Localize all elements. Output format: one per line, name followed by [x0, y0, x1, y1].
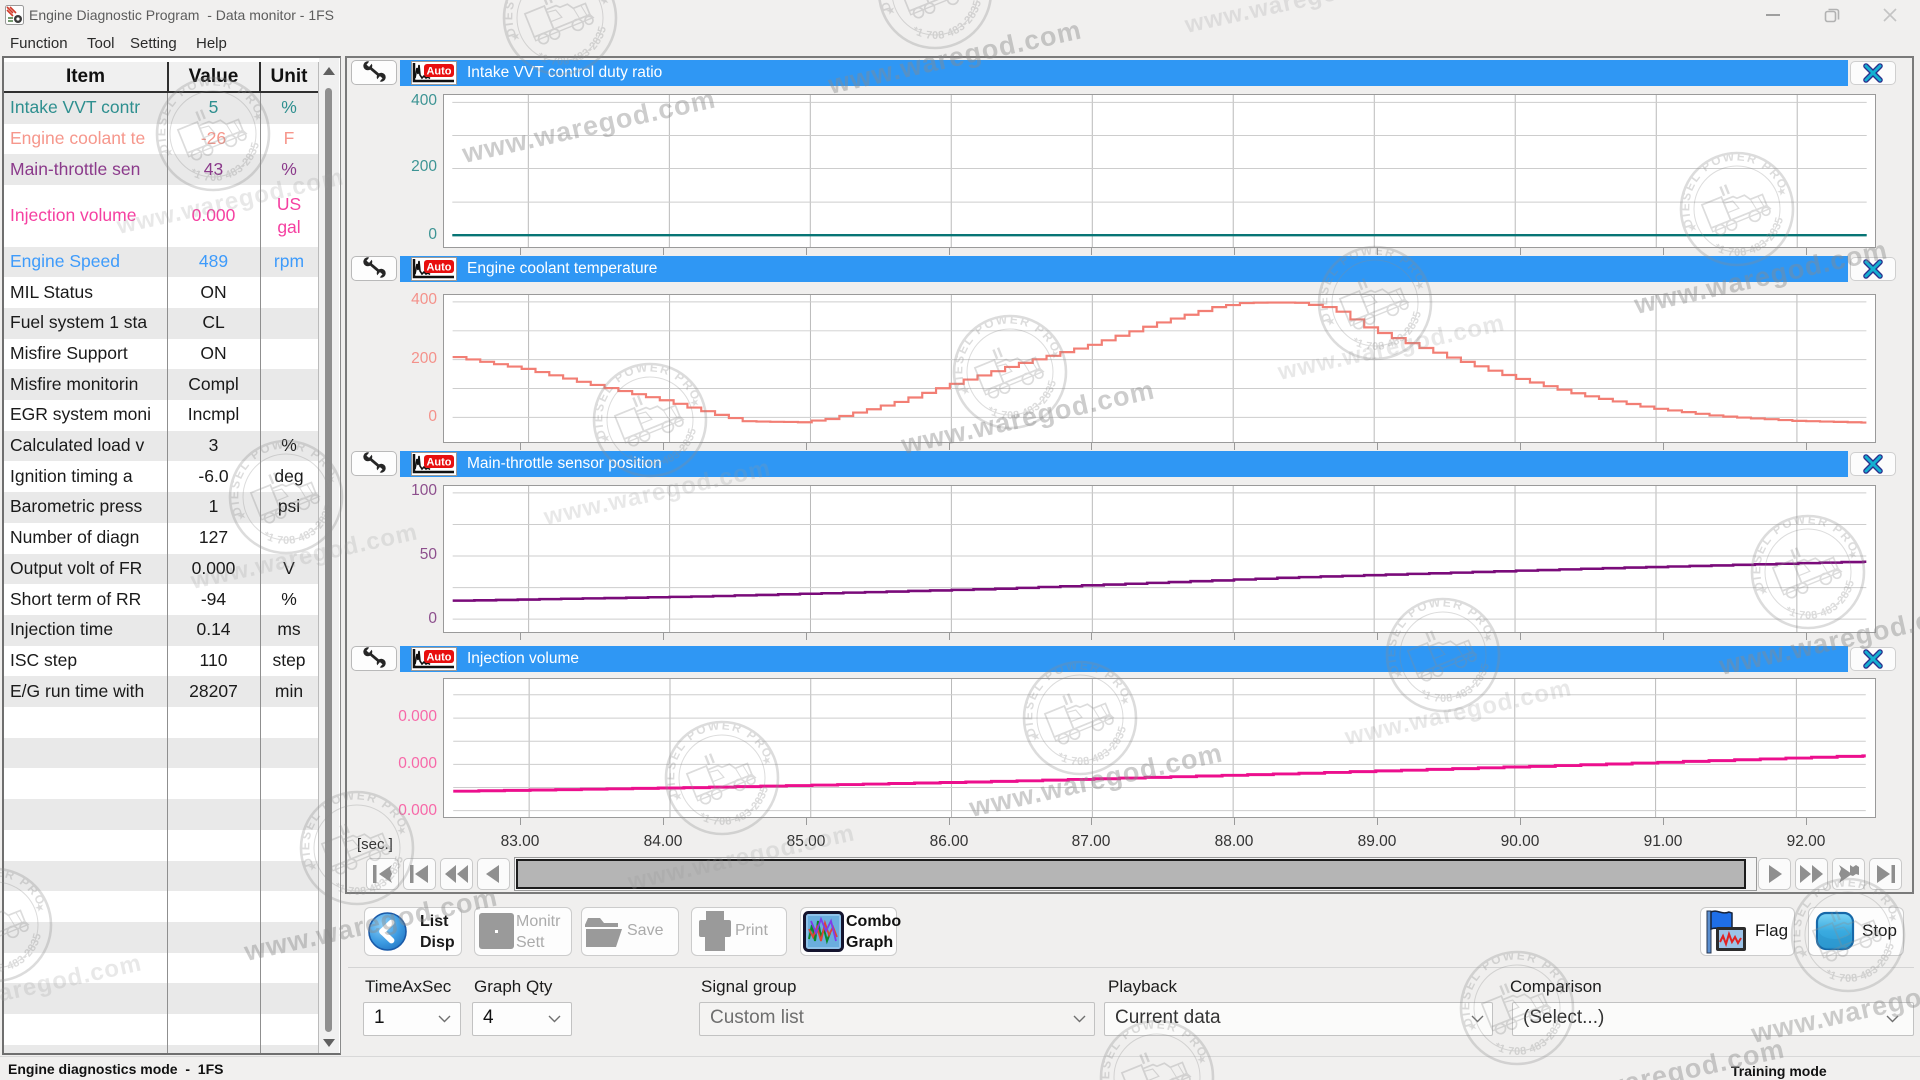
- svg-text:Auto: Auto: [426, 457, 451, 469]
- svg-text:Auto: Auto: [426, 66, 451, 78]
- svg-text:Auto: Auto: [426, 652, 451, 664]
- svg-text:Auto: Auto: [426, 262, 451, 274]
